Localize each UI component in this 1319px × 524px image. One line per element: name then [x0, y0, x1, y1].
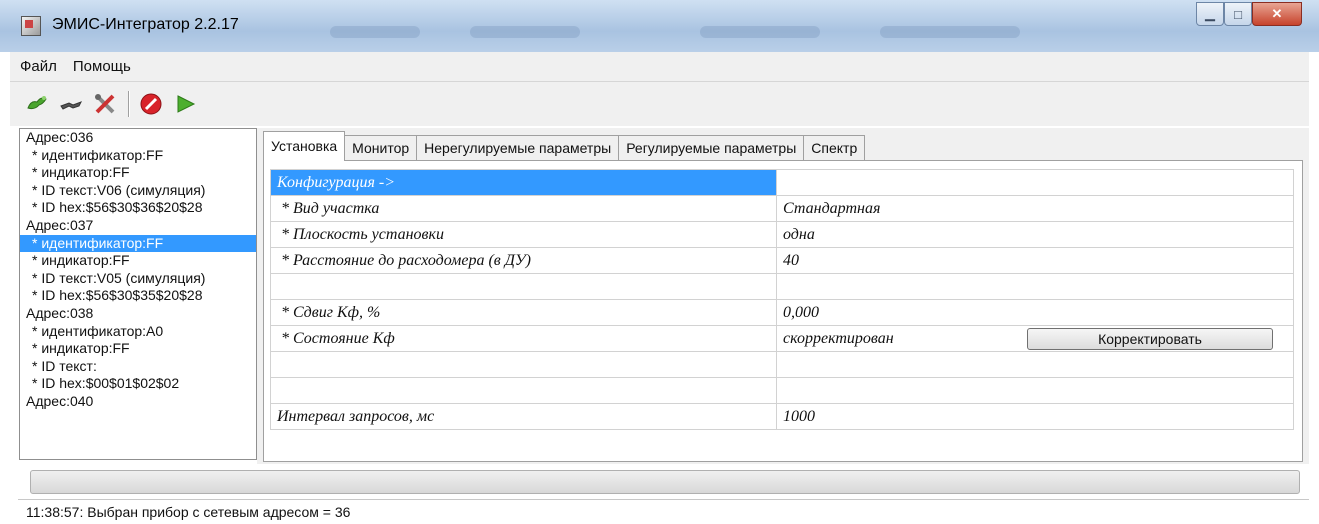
grid-section-header[interactable]: Конфигурация -> — [270, 169, 1294, 196]
param-name: Интервал запросов, мс — [270, 403, 777, 430]
grid-row[interactable]: * Состояние Кф скорректирован Корректирова… — [270, 325, 1294, 352]
connect-icon — [27, 96, 47, 110]
param-value[interactable]: 0,000 — [776, 299, 1294, 326]
grid-row[interactable]: * Плоскость установки одна — [270, 221, 1294, 248]
param-value[interactable]: 40 — [776, 247, 1294, 274]
taskbar-blur — [700, 26, 820, 38]
taskbar-blur — [470, 26, 580, 38]
status-text: 11:38:57: Выбран прибор с сетевым адресо… — [26, 504, 351, 520]
parameter-grid: Конфигурация -> * Вид участка Стандартная *… — [270, 169, 1294, 430]
tree-item-property[interactable]: * ID текст:V06 (симуляция) — [20, 182, 256, 200]
tab-strip: Установка Монитор Нерегулируемые параметры… — [263, 131, 866, 161]
param-name: Конфигурация -> — [270, 169, 777, 196]
tree-item-property[interactable]: * ID текст:V05 (симуляция) — [20, 270, 256, 288]
correct-button[interactable]: Корректировать — [1027, 328, 1273, 350]
grid-row[interactable]: Интервал запросов, мс 1000 — [270, 403, 1294, 430]
close-icon: ✕ — [1271, 6, 1283, 21]
menu-help[interactable]: Помощь — [73, 58, 131, 75]
tree-item-property[interactable]: * ID текст: — [20, 358, 256, 376]
param-value[interactable] — [776, 273, 1294, 300]
tab-spectrum[interactable]: Спектр — [803, 135, 866, 161]
grid-row[interactable] — [270, 273, 1294, 300]
stop-icon — [140, 93, 162, 115]
toolbar-separator — [128, 91, 130, 117]
param-name — [270, 377, 777, 404]
play-button[interactable] — [172, 91, 198, 117]
param-value-text: 40 — [783, 251, 799, 269]
tree-item-property[interactable]: * идентификатор:A0 — [20, 323, 256, 341]
toolbar — [10, 82, 1309, 126]
tree-item-property[interactable]: * индикатор:FF — [20, 252, 256, 270]
param-value[interactable]: 1000 — [776, 403, 1294, 430]
tab-monitor[interactable]: Монитор — [344, 135, 418, 161]
grid-row[interactable] — [270, 377, 1294, 404]
tree-item-property[interactable]: * идентификатор:FF — [20, 234, 256, 253]
param-value — [776, 169, 1294, 196]
param-value[interactable]: скорректирован Корректировать — [776, 325, 1294, 352]
menu-file[interactable]: Файл — [20, 58, 57, 75]
param-value-text: Стандартная — [783, 199, 881, 217]
connect-button[interactable] — [24, 91, 50, 117]
param-name — [270, 351, 777, 378]
status-bar: 11:38:57: Выбран прибор с сетевым адресо… — [18, 499, 1309, 524]
param-name: * Расстояние до расходомера (в ДУ) — [270, 247, 777, 274]
minimize-icon: ▁ — [1205, 6, 1215, 21]
device-tree[interactable]: Адрес:036 * идентификатор:FF * индикатор:F… — [19, 128, 257, 460]
tree-item-property[interactable]: * ID hex:$56$30$35$20$28 — [20, 287, 256, 305]
grid-row[interactable] — [270, 351, 1294, 378]
param-value[interactable]: Стандартная — [776, 195, 1294, 222]
param-value[interactable] — [776, 351, 1294, 378]
taskbar-blur — [330, 26, 420, 38]
grid-row[interactable]: * Сдвиг Кф, % 0,000 — [270, 299, 1294, 326]
tree-item-property[interactable]: * ID hex:$00$01$02$02 — [20, 375, 256, 393]
param-value-text: 1000 — [783, 407, 815, 425]
param-name — [270, 273, 777, 300]
main-panel: Установка Монитор Нерегулируемые параметры… — [257, 128, 1309, 464]
maximize-button[interactable]: □ — [1224, 2, 1252, 26]
tab-panel-setup: Конфигурация -> * Вид участка Стандартная *… — [263, 160, 1303, 462]
param-name: * Плоскость установки — [270, 221, 777, 248]
progress-bar — [30, 470, 1300, 494]
menu-bar: Файл Помощь — [10, 52, 1309, 82]
settings-button[interactable] — [92, 91, 118, 117]
taskbar-blur — [880, 26, 1020, 38]
tree-item-address[interactable]: Адрес:037 — [20, 217, 256, 235]
tree-item-property[interactable]: * идентификатор:FF — [20, 147, 256, 165]
close-button[interactable]: ✕ — [1252, 2, 1302, 26]
param-name: * Сдвиг Кф, % — [270, 299, 777, 326]
settings-tools-icon — [95, 94, 115, 114]
disconnect-button[interactable] — [58, 91, 84, 117]
minimize-button[interactable]: ▁ — [1196, 2, 1224, 26]
grid-row[interactable]: * Расстояние до расходомера (в ДУ) 40 — [270, 247, 1294, 274]
param-value[interactable] — [776, 377, 1294, 404]
param-name: * Вид участка — [270, 195, 777, 222]
disconnect-icon — [60, 101, 83, 110]
tree-item-address[interactable]: Адрес:038 — [20, 305, 256, 323]
param-value[interactable]: одна — [776, 221, 1294, 248]
tree-item-property[interactable]: * индикатор:FF — [20, 340, 256, 358]
tree-item-property[interactable]: * ID hex:$56$30$36$20$28 — [20, 199, 256, 217]
window-title: ЭМИС-Интегратор 2.2.17 — [52, 16, 239, 33]
param-value-text: 0,000 — [783, 303, 819, 321]
title-bar: ЭМИС-Интегратор 2.2.17 ▁ □ ✕ — [0, 0, 1319, 52]
play-icon — [177, 95, 196, 113]
tab-unregulated-params[interactable]: Нерегулируемые параметры — [416, 135, 620, 161]
grid-row[interactable]: * Вид участка Стандартная — [270, 195, 1294, 222]
param-name: * Состояние Кф — [270, 325, 777, 352]
param-value-text: одна — [783, 225, 815, 243]
maximize-icon: □ — [1234, 6, 1242, 22]
tree-item-property[interactable]: * индикатор:FF — [20, 164, 256, 182]
tab-setup[interactable]: Установка — [263, 131, 346, 161]
tree-item-address[interactable]: Адрес:040 — [20, 393, 256, 411]
app-icon — [21, 16, 41, 36]
param-value-text: скорректирован — [783, 329, 894, 347]
stop-button[interactable] — [138, 91, 164, 117]
tree-item-address[interactable]: Адрес:036 — [20, 129, 256, 147]
tab-regulated-params[interactable]: Регулируемые параметры — [618, 135, 805, 161]
